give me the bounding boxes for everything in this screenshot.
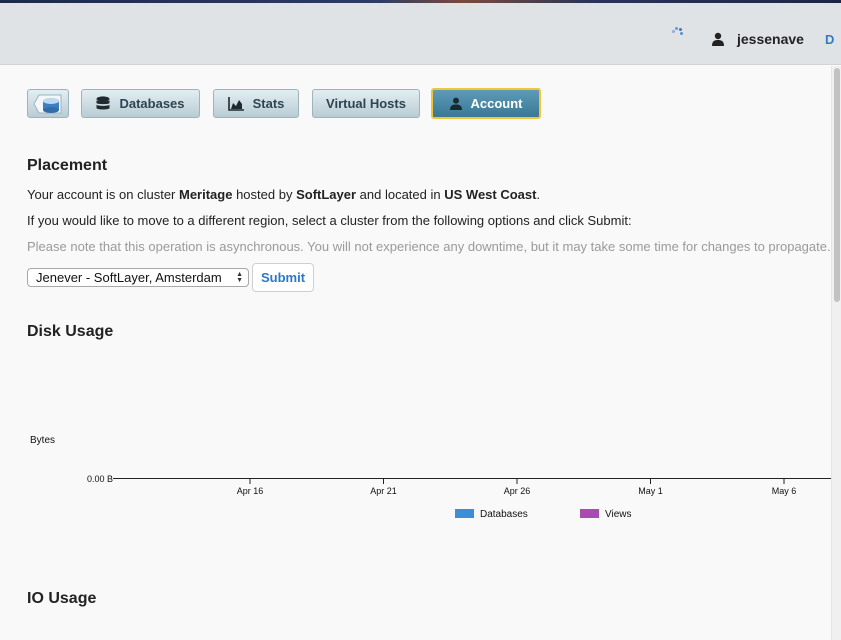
io-usage-heading: IO Usage <box>27 590 97 607</box>
loading-spinner-icon <box>670 26 684 36</box>
vertical-scrollbar[interactable] <box>831 66 841 640</box>
disk-usage-heading: Disk Usage <box>27 323 114 340</box>
placement-heading: Placement <box>27 157 108 174</box>
legend-swatch <box>580 509 599 518</box>
placement-instructions: If you would like to move to a different… <box>27 213 632 228</box>
virtual-hosts-tab-label: Virtual Hosts <box>326 96 406 111</box>
select-arrows-icon: ▲ ▼ <box>236 271 243 284</box>
y-axis-label: Bytes <box>30 435 55 446</box>
x-tick-label: Apr 21 <box>370 486 397 496</box>
cluster-text-located-in: and located in <box>356 187 445 202</box>
x-tick-label: Apr 16 <box>237 486 264 496</box>
account-tab[interactable]: Account <box>431 88 541 119</box>
cluster-text-hosted-by: hosted by <box>232 187 297 202</box>
home-button[interactable] <box>27 89 69 118</box>
scrollbar-thumb[interactable] <box>834 68 840 302</box>
location-name: US West Coast <box>444 187 537 202</box>
legend-swatch <box>455 509 474 518</box>
stats-tab[interactable]: Stats <box>213 89 299 118</box>
cluster-name: Meritage <box>179 187 233 202</box>
host-name: SoftLayer <box>296 187 357 202</box>
x-tick-label: Apr 26 <box>504 486 531 496</box>
cluster-select[interactable]: Jenever - SoftLayer, Amsterdam ▲ ▼ <box>27 268 249 287</box>
stats-tab-label: Stats <box>252 96 285 111</box>
area-chart-icon <box>227 96 244 111</box>
cluster-select-value: Jenever - SoftLayer, Amsterdam <box>36 270 222 285</box>
user-icon <box>712 32 724 46</box>
username-link[interactable]: jessenave <box>737 31 804 47</box>
cluster-text-suffix: . <box>536 187 541 202</box>
y-tick-label: 0.00 B <box>87 474 113 484</box>
database-icon <box>96 96 110 110</box>
user-icon <box>449 97 462 110</box>
header-link-truncated[interactable]: D <box>825 32 834 47</box>
submit-button[interactable]: Submit <box>252 263 314 292</box>
cluster-text-prefix: Your account is on cluster <box>27 187 179 202</box>
virtual-hosts-tab[interactable]: Virtual Hosts <box>312 89 420 118</box>
databases-tab[interactable]: Databases <box>81 89 200 118</box>
legend-label: Views <box>605 509 632 520</box>
placement-cluster-text: Your account is on cluster Meritage host… <box>27 187 540 202</box>
cloud-db-icon <box>33 94 62 113</box>
x-tick-label: May 6 <box>772 486 797 496</box>
placement-note: Please note that this operation is async… <box>27 239 831 254</box>
account-tab-label: Account <box>470 96 523 111</box>
x-tick-label: May 1 <box>638 486 663 496</box>
disk-usage-chart: Bytes 0.00 B Apr 16 Apr 21 Apr 26 May 1 May … <box>30 435 831 520</box>
app-header: jessenave D <box>0 3 841 65</box>
databases-tab-label: Databases <box>119 96 185 111</box>
legend-label: Databases <box>480 509 528 520</box>
